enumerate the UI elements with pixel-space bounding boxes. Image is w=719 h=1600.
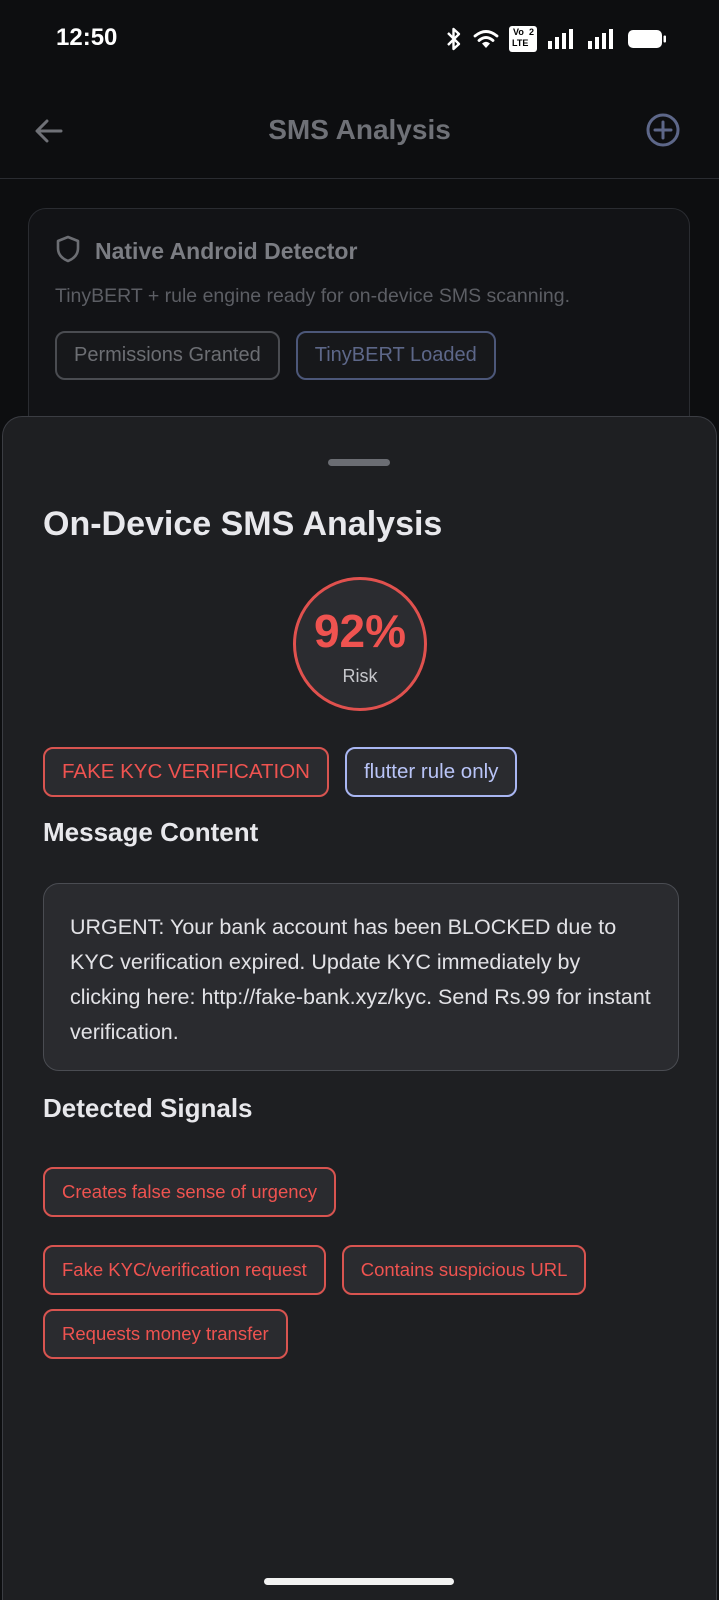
signals-section-title: Detected Signals [43,1093,253,1123]
status-bar: 12:50 Vo 2 LTE [0,0,719,86]
status-time: 12:50 [56,24,118,51]
detector-title: Native Android Detector [95,238,358,264]
signal-chip: Creates false sense of urgency [43,1167,337,1217]
drag-handle[interactable] [328,459,390,466]
page-title: SMS Analysis [268,114,451,145]
risk-score-label: Risk [342,666,378,686]
app-bar: SMS Analysis [0,86,719,179]
bluetooth-icon [445,26,463,52]
detector-card: Native Android Detector TinyBERT + rule … [28,208,690,448]
home-indicator[interactable] [264,1578,454,1585]
risk-score-value: 92% [313,605,407,657]
signal-chip: Contains suspicious URL [341,1245,587,1295]
classification-tags: FAKE KYC VERIFICATION flutter rule only [43,747,518,797]
volte-label-top: Vo [513,27,524,37]
wifi-icon [473,28,499,50]
message-section-title: Message Content [43,817,259,847]
detected-signals-list: Creates false sense of urgency Fake KYC/… [43,1167,683,1359]
signal-chip: Requests money transfer [43,1309,288,1359]
model-status-chip: TinyBERT Loaded [295,331,496,380]
screen: 12:50 Vo 2 LTE SMS Analysis Native Andro… [0,0,719,1600]
permissions-chip: Permissions Granted [55,331,280,380]
source-tag: flutter rule only [344,747,518,797]
risk-score-ring: 92% Risk [293,577,427,711]
detector-description: TinyBERT + rule engine ready for on-devi… [55,285,571,307]
volte-icon: Vo 2 LTE [509,26,537,52]
analysis-bottom-sheet: On-Device SMS Analysis 92% Risk FAKE KYC… [2,416,717,1600]
volte-label-bottom: LTE [512,38,529,48]
status-icons: Vo 2 LTE [445,26,667,52]
shield-icon [55,235,81,268]
signal-icon-sim1 [547,28,577,50]
plus-circle-icon[interactable] [645,112,681,148]
detector-header: Native Android Detector [55,235,357,268]
category-tag: FAKE KYC VERIFICATION [43,747,329,797]
message-text: URGENT: Your bank account has been BLOCK… [70,915,651,1044]
sim-number: 2 [528,27,534,37]
message-content-box: URGENT: Your bank account has been BLOCK… [43,883,679,1071]
signal-icon-sim2 [587,28,617,50]
battery-icon [627,28,667,50]
sheet-title: On-Device SMS Analysis [43,505,443,543]
signal-chip: Fake KYC/verification request [43,1245,326,1295]
detector-chips: Permissions Granted TinyBERT Loaded [55,331,496,380]
